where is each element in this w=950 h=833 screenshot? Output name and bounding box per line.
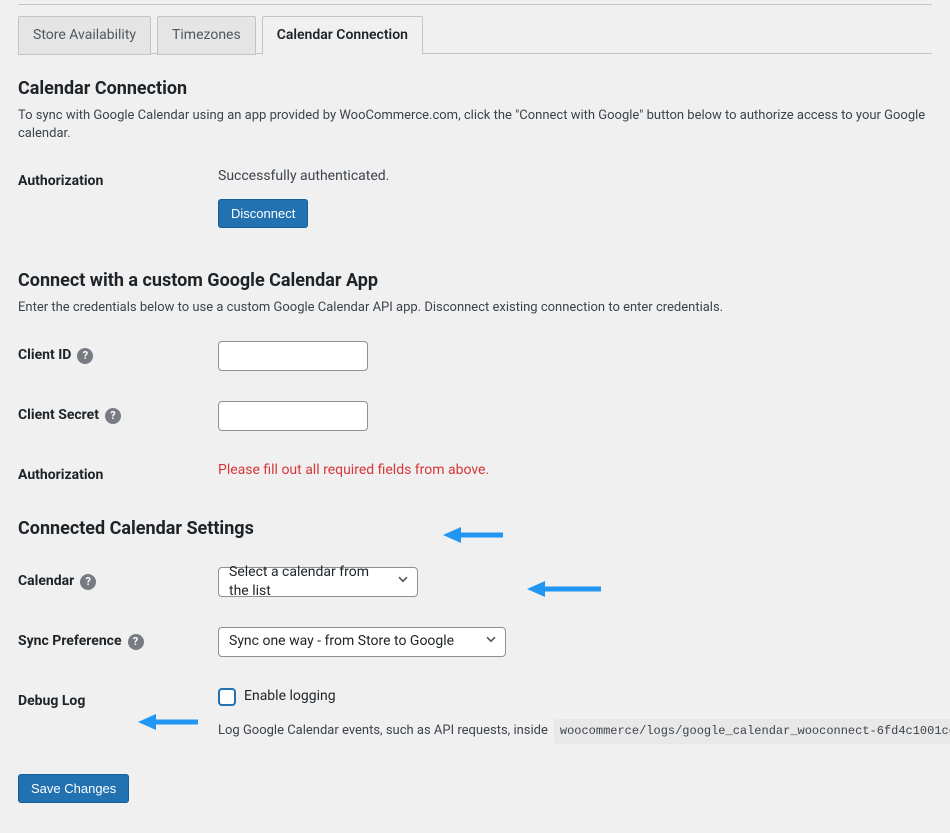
section-title-connected-settings: Connected Calendar Settings xyxy=(18,516,932,541)
enable-logging-checkbox[interactable] xyxy=(218,688,236,706)
tab-store-availability[interactable]: Store Availability xyxy=(18,16,151,55)
auth-status-text: Successfully authenticated. xyxy=(218,167,932,187)
top-divider xyxy=(18,4,932,5)
row-debug-log: Debug Log Enable logging Log Google Cale… xyxy=(18,687,932,743)
help-icon[interactable]: ? xyxy=(77,348,93,364)
help-icon[interactable]: ? xyxy=(105,408,121,424)
tab-label: Calendar Connection xyxy=(277,27,408,43)
row-calendar: Calendar ? Select a calendar from the li… xyxy=(18,567,932,597)
tab-label: Store Availability xyxy=(33,27,136,43)
chevron-down-icon xyxy=(485,632,497,652)
select-value: Sync one way - from Store to Google xyxy=(229,632,454,652)
label-debug-log: Debug Log xyxy=(18,687,218,712)
tab-timezones[interactable]: Timezones xyxy=(157,16,256,55)
calendar-select[interactable]: Select a calendar from the list xyxy=(218,567,418,597)
section-title-custom-app: Connect with a custom Google Calendar Ap… xyxy=(18,268,932,293)
label-calendar: Calendar ? xyxy=(18,567,218,592)
save-changes-button[interactable]: Save Changes xyxy=(18,774,129,803)
label-authorization: Authorization xyxy=(18,167,218,192)
tabs: Store Availability Timezones Calendar Co… xyxy=(18,15,932,54)
label-text: Sync Preference xyxy=(18,632,122,652)
disconnect-button[interactable]: Disconnect xyxy=(218,199,308,228)
row-client-id: Client ID ? xyxy=(18,341,932,371)
row-client-secret: Client Secret ? xyxy=(18,401,932,431)
section-desc-custom-app: Enter the credentials below to use a cus… xyxy=(18,299,932,317)
client-secret-input[interactable] xyxy=(218,401,368,431)
row-sync-preference: Sync Preference ? Sync one way - from St… xyxy=(18,627,932,657)
tabs-underline xyxy=(18,53,932,54)
label-text: Calendar xyxy=(18,572,74,592)
label-text: Client ID xyxy=(18,346,71,366)
enable-logging-label: Enable logging xyxy=(244,687,336,707)
label-client-id: Client ID ? xyxy=(18,341,218,366)
row-authorization: Authorization Successfully authenticated… xyxy=(18,167,932,228)
section-desc-calendar-connection: To sync with Google Calendar using an ap… xyxy=(18,107,932,143)
sync-preference-select[interactable]: Sync one way - from Store to Google xyxy=(218,627,506,657)
help-icon[interactable]: ? xyxy=(80,574,96,590)
row-authorization-2: Authorization Please fill out all requir… xyxy=(18,461,932,486)
label-sync-preference: Sync Preference ? xyxy=(18,627,218,652)
debug-log-path: woocommerce/logs/google_calendar_wooconn… xyxy=(554,719,950,744)
auth-error-text: Please fill out all required fields from… xyxy=(218,461,932,481)
tab-calendar-connection[interactable]: Calendar Connection xyxy=(262,16,423,55)
label-authorization-2: Authorization xyxy=(18,461,218,486)
tab-label: Timezones xyxy=(172,27,241,43)
select-value: Select a calendar from the list xyxy=(229,563,389,602)
chevron-down-icon xyxy=(397,572,409,592)
label-text: Debug Log xyxy=(18,692,85,712)
button-label: Save Changes xyxy=(31,781,116,796)
debug-desc: Log Google Calendar events, such as API … xyxy=(218,722,548,740)
client-id-input[interactable] xyxy=(218,341,368,371)
section-title-calendar-connection: Calendar Connection xyxy=(18,76,932,101)
label-text: Authorization xyxy=(18,466,103,486)
label-text: Client Secret xyxy=(18,406,99,426)
label-text: Authorization xyxy=(18,172,103,192)
label-client-secret: Client Secret ? xyxy=(18,401,218,426)
help-icon[interactable]: ? xyxy=(128,634,144,650)
button-label: Disconnect xyxy=(231,206,295,221)
